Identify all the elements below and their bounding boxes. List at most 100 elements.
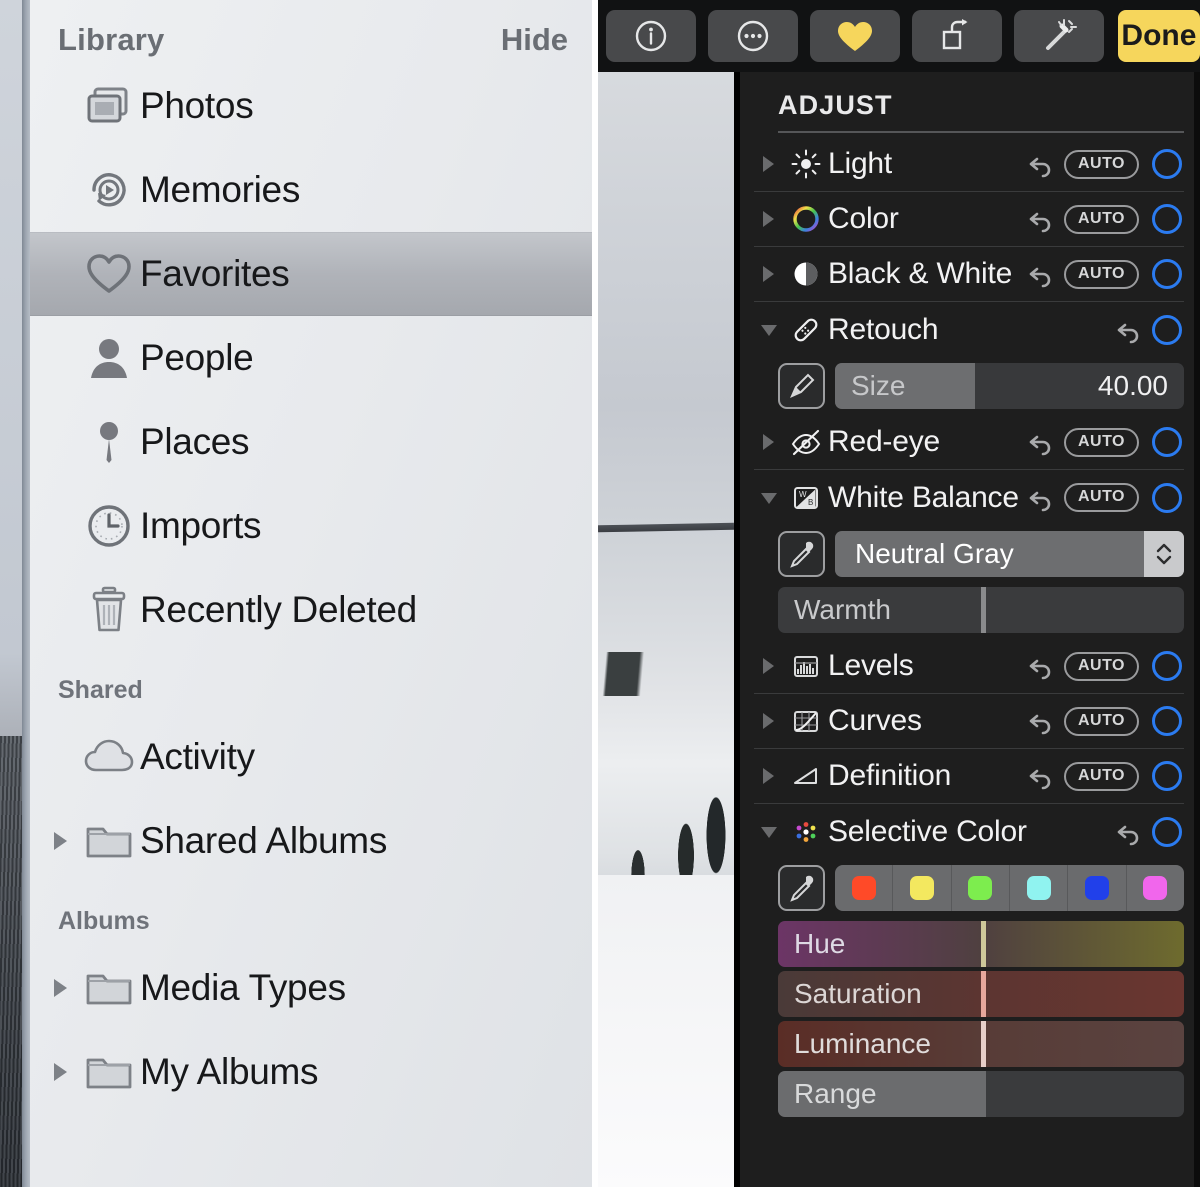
swatch-chip [851,876,876,900]
adjust-row-black-and-white[interactable]: Black & White AUTO [754,247,1184,302]
adjust-row-label: Levels [828,649,914,682]
chevron-right-icon[interactable] [754,656,784,676]
auto-button[interactable]: AUTO [1063,427,1139,457]
adjust-row-label: Color [828,202,899,235]
chevron-down-icon[interactable] [754,823,784,841]
magic-wand-icon[interactable] [1013,10,1104,62]
sidebar-item-places[interactable]: Places [30,400,592,484]
info-icon[interactable] [606,10,696,62]
adjust-row-selective-color[interactable]: Selective Color [754,804,1184,859]
auto-button[interactable]: AUTO [1063,651,1139,681]
sidebar-item-imports[interactable]: Imports [30,484,592,568]
luminance-slider-knob[interactable] [981,1021,986,1067]
photos-stack-icon [78,86,140,126]
adjust-panel-scrollbar[interactable] [1194,72,1200,1187]
chevron-up-down-icon[interactable] [1144,531,1184,577]
revert-icon[interactable] [1116,818,1144,846]
saturation-slider-knob[interactable] [981,971,986,1017]
chevron-right-icon[interactable] [44,829,78,853]
revert-icon[interactable] [1028,707,1056,735]
sidebar-item-activity[interactable]: Activity [30,715,592,799]
adjust-row-white-balance[interactable]: W B White Balance AUTO [754,470,1184,525]
sidebar-item-media-types[interactable]: Media Types [30,946,592,1030]
chevron-down-icon[interactable] [754,321,784,339]
revert-icon[interactable] [1028,428,1056,456]
enable-toggle[interactable] [1152,149,1182,179]
adjust-row-light[interactable]: Light AUTO [754,137,1184,192]
auto-button[interactable]: AUTO [1063,761,1139,791]
enable-toggle[interactable] [1152,314,1182,345]
sidebar-item-my-albums[interactable]: My Albums [30,1030,592,1114]
brush-icon[interactable] [778,363,825,409]
revert-icon[interactable] [1028,652,1056,680]
chevron-right-icon[interactable] [754,711,784,731]
yellow-swatch[interactable] [893,865,952,911]
auto-button[interactable]: AUTO [1063,149,1139,179]
blue-swatch[interactable] [1068,865,1127,911]
swatch-chip [1084,876,1109,900]
chevron-right-icon[interactable] [754,154,784,174]
size-slider[interactable]: Size 40.00 [835,363,1184,409]
sidebar-item-favorites[interactable]: Favorites [30,232,592,316]
chevron-down-icon[interactable] [754,489,784,507]
sidebar-item-shared-albums[interactable]: Shared Albums [30,799,592,883]
cyan-swatch[interactable] [1010,865,1069,911]
white-balance-mode-select[interactable]: Neutral Gray [835,531,1184,577]
adjust-row-label: Selective Color [828,814,1027,848]
enable-toggle[interactable] [1152,651,1182,681]
photo-preview[interactable] [598,72,734,1187]
enable-toggle[interactable] [1152,706,1182,736]
auto-button[interactable]: AUTO [1063,259,1139,289]
red-swatch[interactable] [835,865,894,911]
enable-toggle[interactable] [1152,259,1182,289]
magenta-swatch[interactable] [1127,865,1184,911]
chevron-right-icon[interactable] [754,766,784,786]
auto-button[interactable]: AUTO [1063,706,1139,736]
adjust-row-red-eye[interactable]: Red-eye AUTO [754,415,1184,470]
swatch-chip [1026,876,1051,900]
enable-toggle[interactable] [1152,427,1182,457]
revert-icon[interactable] [1028,205,1056,233]
chevron-right-icon[interactable] [44,1060,78,1084]
more-icon[interactable] [707,10,798,62]
revert-icon[interactable] [1116,316,1144,344]
adjust-row-color[interactable]: Color AUTO [754,192,1184,247]
sidebar-item-recently-deleted[interactable]: Recently Deleted [30,568,592,652]
chevron-right-icon[interactable] [754,209,784,229]
eyedropper-icon[interactable] [778,531,825,577]
adjust-row-definition[interactable]: Definition AUTO [754,749,1184,804]
eyedropper-icon[interactable] [778,865,825,911]
hue-slider[interactable]: Hue [778,921,1184,967]
range-slider-knob[interactable] [981,1071,986,1117]
favorite-heart-icon[interactable] [809,10,900,62]
saturation-slider[interactable]: Saturation [778,971,1184,1017]
hide-library-button[interactable]: Hide [501,22,568,58]
adjust-row-levels[interactable]: Levels AUTO [754,639,1184,694]
auto-button[interactable]: AUTO [1063,204,1139,234]
enable-toggle[interactable] [1152,482,1182,513]
chevron-right-icon[interactable] [754,432,784,452]
sidebar-item-photos[interactable]: Photos [30,64,592,148]
hue-slider-knob[interactable] [981,921,986,967]
done-button[interactable]: Done [1117,10,1200,62]
range-slider[interactable]: Range [778,1071,1184,1117]
enable-toggle[interactable] [1152,204,1182,234]
auto-button[interactable]: AUTO [1063,483,1139,512]
chevron-right-icon[interactable] [754,264,784,284]
adjust-row-retouch[interactable]: Retouch [754,302,1184,357]
revert-icon[interactable] [1028,150,1056,178]
revert-icon[interactable] [1028,260,1056,288]
enable-toggle[interactable] [1152,761,1182,791]
luminance-slider[interactable]: Luminance [778,1021,1184,1067]
rotate-icon[interactable] [911,10,1002,62]
warmth-slider-knob[interactable] [981,587,986,633]
warmth-slider[interactable]: Warmth [778,587,1184,633]
revert-icon[interactable] [1028,762,1056,790]
adjust-row-curves[interactable]: Curves AUTO [754,694,1184,749]
sidebar-item-people[interactable]: People [30,316,592,400]
chevron-right-icon[interactable] [44,976,78,1000]
revert-icon[interactable] [1028,484,1056,512]
green-swatch[interactable] [952,865,1010,911]
sidebar-item-memories[interactable]: Memories [30,148,592,232]
enable-toggle[interactable] [1152,816,1182,847]
